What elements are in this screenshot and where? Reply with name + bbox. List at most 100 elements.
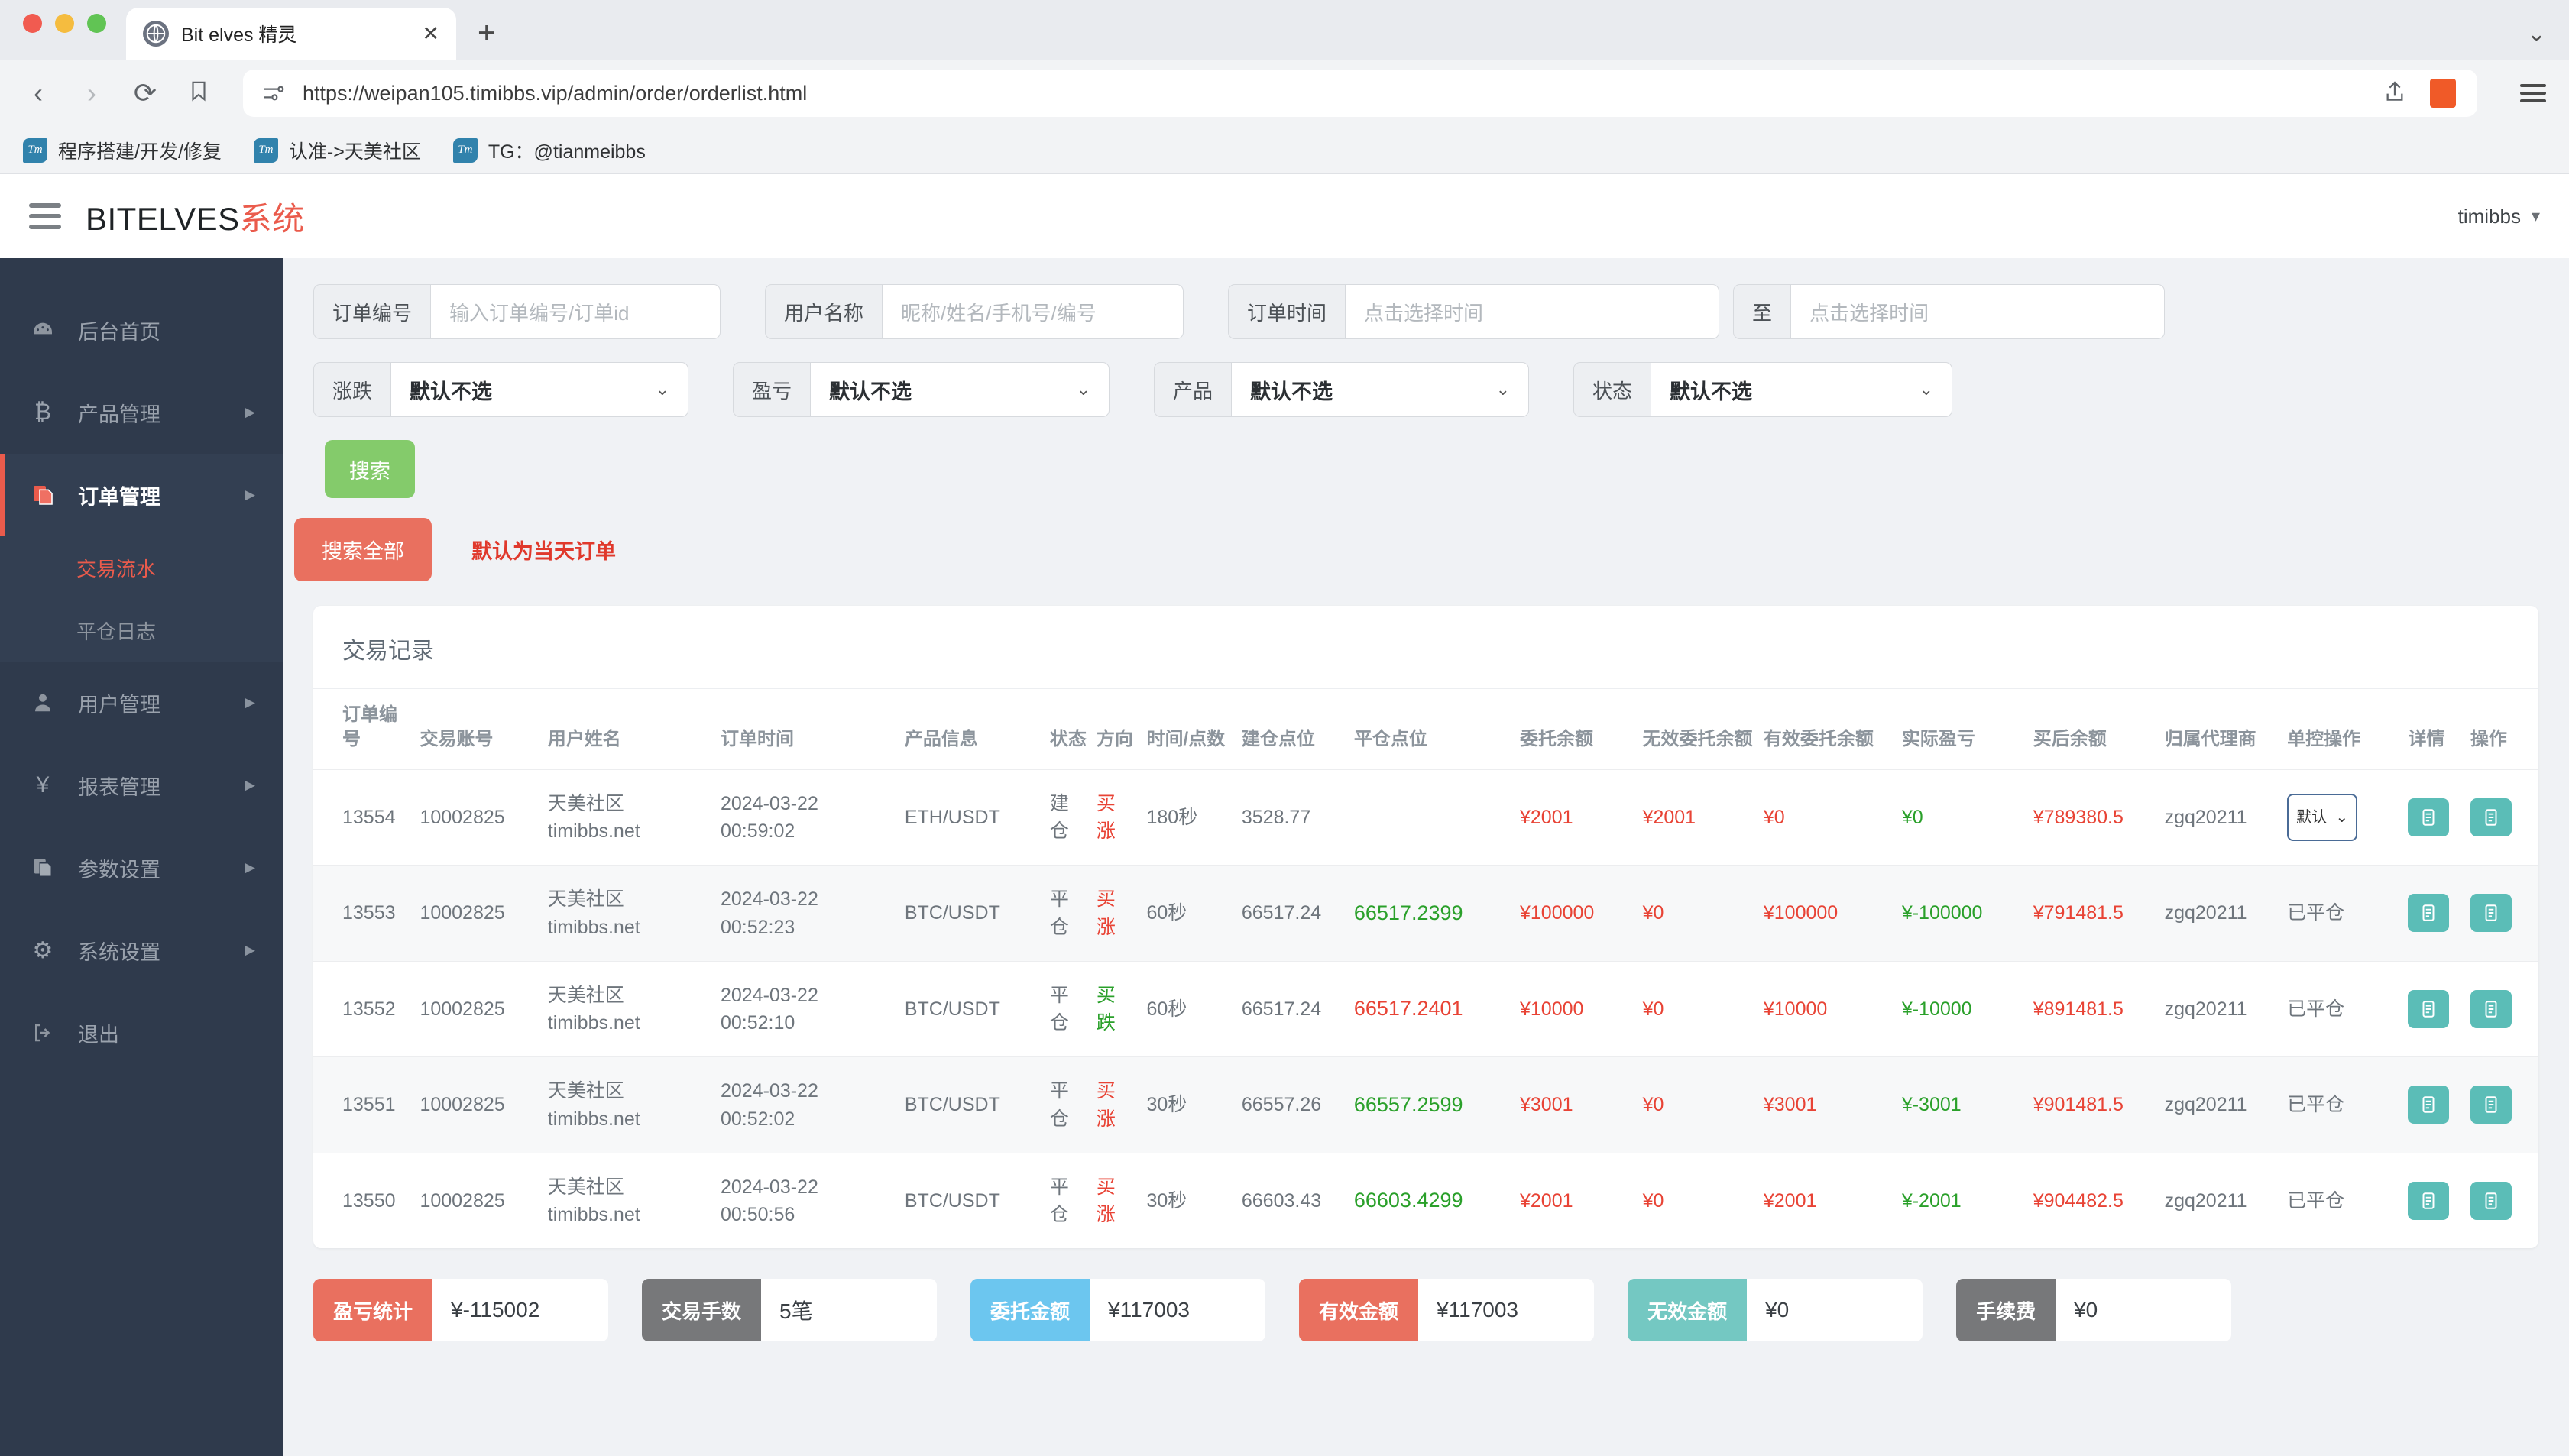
action-button[interactable]	[2470, 1086, 2512, 1124]
close-tab-icon[interactable]: ✕	[422, 23, 439, 44]
sidebar-item-label: 报表管理	[78, 775, 160, 799]
sidebar-subitem-transactions[interactable]: 交易流水	[0, 536, 283, 599]
cell-duration: 180秒	[1142, 768, 1237, 866]
cell-detail	[2403, 865, 2466, 962]
chevron-down-icon: ⌄	[1495, 380, 1511, 399]
action-button[interactable]	[2470, 798, 2512, 836]
chevron-down-icon[interactable]: ⌄	[2527, 21, 2546, 47]
detail-button[interactable]	[2408, 1086, 2450, 1124]
cell-control: 已平仓	[2282, 1056, 2404, 1153]
share-icon[interactable]	[2383, 79, 2407, 108]
col-direction: 方向	[1096, 729, 1133, 750]
tabstrip-overflow[interactable]: ⌄	[2527, 21, 2569, 60]
bookmark-item-2[interactable]: Tm TG：@tianmeibbs	[452, 137, 646, 164]
cell-action	[2465, 1056, 2538, 1153]
user-name-input[interactable]: 昵称/姓名/手机号/编号	[882, 284, 1184, 339]
cell-account: 10002825	[415, 1056, 543, 1153]
sidebar-item-params[interactable]: 参数设置 ▶	[0, 827, 283, 909]
browser-toolbar: ‹ › ⟳ https://weipan105.timibbs.vip/admi…	[0, 60, 2569, 127]
cell-entrust-balance: ¥2001	[1515, 1152, 1638, 1249]
sidebar-item-system[interactable]: ⚙ 系统设置 ▶	[0, 909, 283, 992]
bookmark-item-1[interactable]: Tm 认准->天美社区	[253, 137, 421, 164]
cell-product: BTC/USDT	[899, 960, 1045, 1057]
filter-panel: 订单编号 输入订单编号/订单id 用户名称 昵称/姓名/手机号/编号 订单时间 …	[294, 284, 2538, 581]
sidebar-item-reports[interactable]: ¥ 报表管理 ▶	[0, 744, 283, 827]
col-account: 交易账号	[420, 729, 494, 750]
site-settings-icon[interactable]	[261, 81, 286, 105]
table-head: 订单编号 交易账号 用户姓名 订单时间 产品信息 状态 方向 时间/点数 建仓点…	[313, 689, 2538, 769]
cell-valid-balance: ¥10000	[1758, 960, 1897, 1057]
action-button[interactable]	[2470, 989, 2512, 1028]
cell-control: 已平仓	[2282, 1152, 2404, 1249]
back-button[interactable]: ‹	[23, 77, 53, 109]
detail-button[interactable]	[2408, 798, 2450, 836]
summary-value: ¥117003	[1418, 1279, 1595, 1342]
globe-icon	[143, 21, 169, 47]
sidebar-item-dashboard[interactable]: 后台首页	[0, 289, 283, 371]
bookmark-icon[interactable]	[183, 77, 214, 109]
sidebar-item-users[interactable]: 用户管理 ▶	[0, 662, 283, 744]
cell-after-balance: ¥791481.5	[2028, 865, 2160, 962]
user-name-label: 用户名称	[765, 284, 883, 339]
detail-button[interactable]	[2408, 989, 2450, 1028]
cell-order-no: 13552	[313, 960, 416, 1057]
control-select[interactable]: 默认 ⌄	[2287, 794, 2358, 842]
updown-label: 涨跌	[313, 362, 391, 417]
cell-account: 10002825	[415, 1152, 543, 1249]
cell-user-name: 天美社区 timibbs.net	[543, 768, 716, 866]
main-content: 订单编号 输入订单编号/订单id 用户名称 昵称/姓名/手机号/编号 订单时间 …	[283, 258, 2569, 1456]
cell-action	[2465, 960, 2538, 1057]
order-no-input[interactable]: 输入订单编号/订单id	[430, 284, 721, 339]
cell-order-time: 2024-03-22 00:50:56	[715, 1152, 900, 1249]
sidebar-item-orders[interactable]: 订单管理 ▶	[0, 454, 283, 536]
product-select[interactable]: 默认不选 ⌄	[1231, 362, 1530, 417]
order-time-from-input[interactable]: 点击选择时间	[1345, 284, 1720, 339]
status-select[interactable]: 默认不选 ⌄	[1651, 362, 1953, 417]
sidebar-toggle-button[interactable]	[29, 203, 61, 229]
table-body: 13554 10002825 天美社区 timibbs.net 2024-03-22 00…	[313, 768, 2538, 1249]
brave-shields-icon[interactable]	[2430, 79, 2456, 108]
action-button[interactable]	[2470, 894, 2512, 933]
order-time-to-label: 至	[1733, 284, 1791, 339]
close-window-button[interactable]	[23, 13, 42, 33]
search-button[interactable]: 搜索	[325, 440, 415, 498]
search-all-button[interactable]: 搜索全部	[294, 518, 432, 581]
updown-select[interactable]: 默认不选 ⌄	[390, 362, 689, 417]
cell-account: 10002825	[415, 865, 543, 962]
summary-label: 委托金额	[970, 1279, 1090, 1342]
detail-button[interactable]	[2408, 894, 2450, 933]
cell-after-balance: ¥891481.5	[2028, 960, 2160, 1057]
tab-title: Bit elves 精灵	[181, 24, 297, 46]
chevron-right-icon: ▶	[245, 405, 255, 419]
new-tab-button[interactable]: +	[478, 16, 495, 50]
cell-product: ETH/USDT	[899, 768, 1045, 866]
user-menu[interactable]: timibbs ▾	[2458, 205, 2540, 228]
detail-button[interactable]	[2408, 1181, 2450, 1220]
maximize-window-button[interactable]	[87, 13, 106, 33]
gear-icon: ⚙	[32, 937, 53, 963]
sidebar-item-logout[interactable]: 退出	[0, 992, 283, 1074]
chevron-down-icon: ⌄	[655, 380, 670, 399]
browser-tab[interactable]: Bit elves 精灵 ✕	[126, 8, 456, 60]
yen-icon: ¥	[36, 772, 50, 798]
browser-menu-button[interactable]	[2520, 84, 2546, 102]
bookmark-item-0[interactable]: Tm 程序搭建/开发/修复	[23, 137, 222, 164]
sidebar-item-label: 用户管理	[78, 693, 160, 717]
status-value: 默认不选	[1670, 380, 1753, 403]
forward-button[interactable]: ›	[76, 77, 107, 109]
sidebar-item-label: 后台首页	[78, 320, 160, 344]
cell-account: 10002825	[415, 768, 543, 866]
action-button[interactable]	[2470, 1181, 2512, 1220]
reload-button[interactable]: ⟳	[130, 77, 160, 109]
address-bar[interactable]: https://weipan105.timibbs.vip/admin/orde…	[243, 70, 2477, 117]
order-time-to-input[interactable]: 点击选择时间	[1790, 284, 2166, 339]
minimize-window-button[interactable]	[55, 13, 74, 33]
sidebar-item-products[interactable]: ₿ 产品管理 ▶	[0, 371, 283, 454]
updown-value: 默认不选	[410, 380, 493, 403]
order-no-label: 订单编号	[313, 284, 431, 339]
col-detail: 详情	[2408, 729, 2445, 750]
cell-after-balance: ¥789380.5	[2028, 768, 2160, 866]
bookmarks-bar: Tm 程序搭建/开发/修复 Tm 认准->天美社区 Tm TG：@tianmei…	[0, 127, 2569, 174]
profit-select[interactable]: 默认不选 ⌄	[810, 362, 1110, 417]
sidebar-subitem-closelog[interactable]: 平仓日志	[0, 599, 283, 662]
